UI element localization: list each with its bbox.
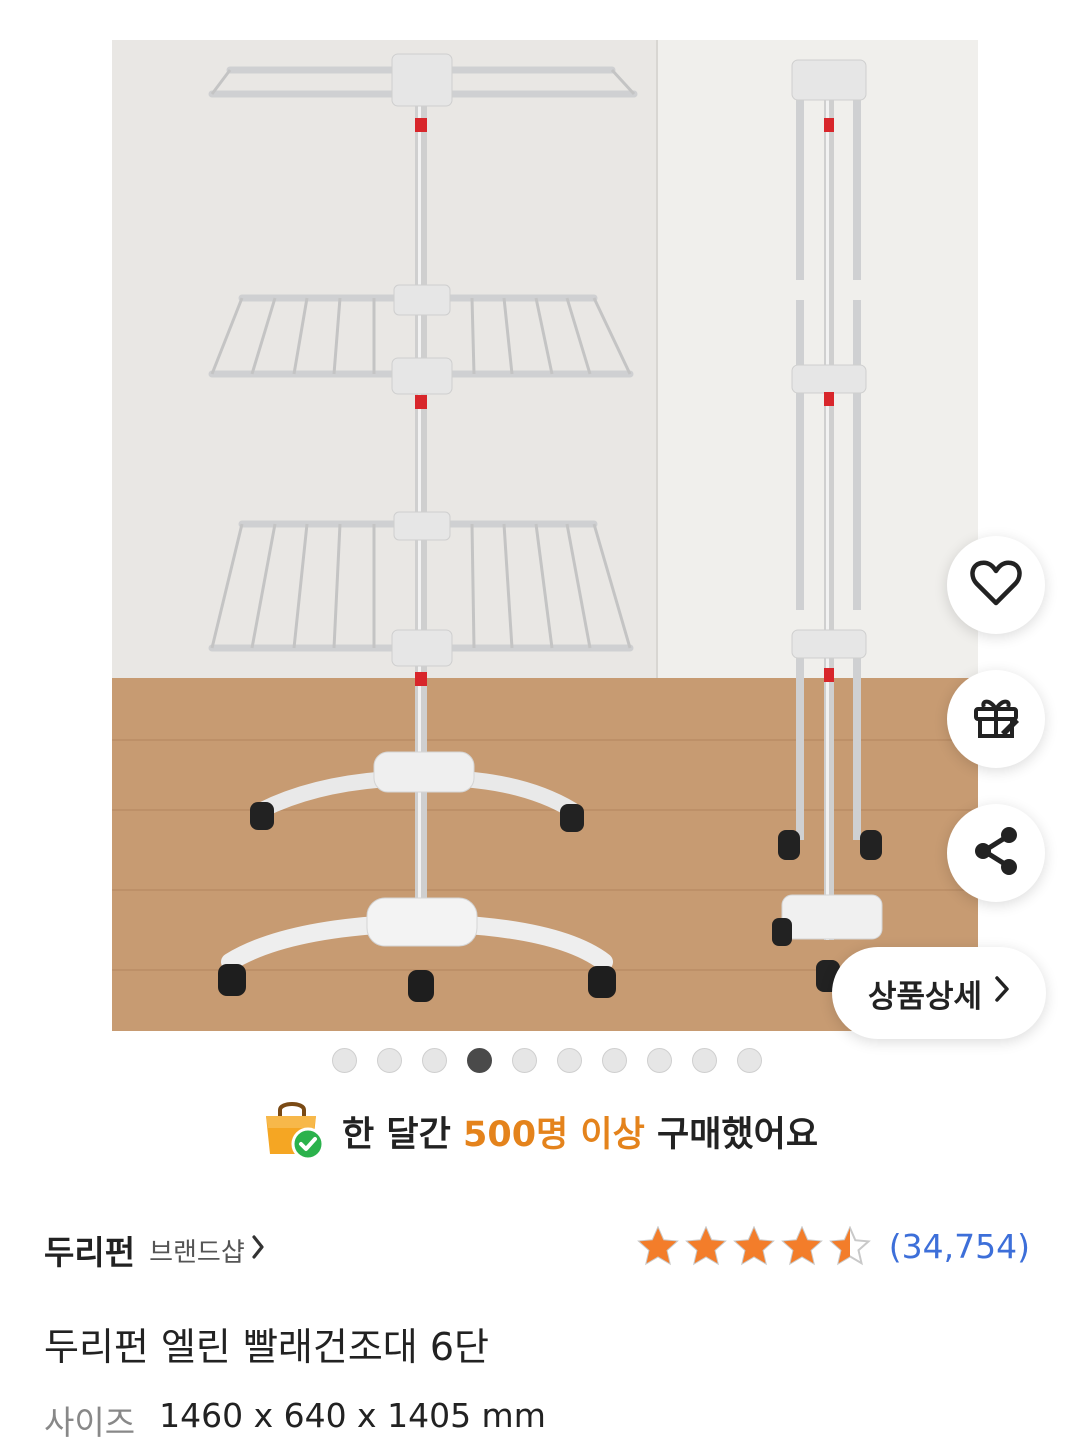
carousel-dot[interactable] bbox=[737, 1048, 762, 1073]
brand-name[interactable]: 두리펀 bbox=[44, 1226, 135, 1274]
wishlist-button[interactable] bbox=[947, 536, 1045, 634]
purchase-count-highlight: 500명 이상 bbox=[462, 1114, 645, 1155]
carousel-dot[interactable] bbox=[647, 1048, 672, 1073]
chevron-right-icon bbox=[994, 975, 1010, 1011]
carousel-dot[interactable] bbox=[377, 1048, 402, 1073]
heart-icon bbox=[969, 559, 1023, 611]
brand-shop-link[interactable]: 브랜드샵 bbox=[149, 1232, 265, 1269]
star-icon bbox=[780, 1226, 823, 1266]
purchase-count-text: 한 달간 500명 이상 구매했어요 bbox=[342, 1114, 819, 1155]
product-image[interactable] bbox=[112, 40, 978, 1031]
detail-button-label: 상품상세 bbox=[867, 978, 983, 1015]
carousel-indicator bbox=[332, 1048, 762, 1073]
product-page: 상품상세 한 달간 500명 이상 구매했어요 두리펀 브랜드샵 (34,754… bbox=[0, 0, 1092, 1440]
share-button[interactable] bbox=[947, 804, 1045, 902]
chevron-right-icon bbox=[251, 1234, 265, 1267]
gift-button[interactable] bbox=[947, 670, 1045, 768]
review-count[interactable]: (34,754) bbox=[889, 1227, 1030, 1266]
purchase-count-banner: 한 달간 500명 이상 구매했어요 bbox=[262, 1100, 818, 1162]
carousel-dot[interactable] bbox=[512, 1048, 537, 1073]
star-icon bbox=[636, 1226, 679, 1266]
shopping-bag-check-icon bbox=[262, 1098, 326, 1164]
carousel-dot[interactable] bbox=[467, 1048, 492, 1073]
product-spec: 사이즈 1460 x 640 x 1405 mm bbox=[44, 1396, 546, 1440]
carousel-dot[interactable] bbox=[557, 1048, 582, 1073]
carousel-dot[interactable] bbox=[692, 1048, 717, 1073]
brand-shop-label: 브랜드샵 bbox=[149, 1237, 245, 1268]
gift-icon bbox=[971, 692, 1021, 746]
product-title: 두리펀 엘린 빨래건조대 6단 bbox=[44, 1325, 489, 1369]
spec-value: 1460 x 640 x 1405 mm bbox=[159, 1396, 546, 1435]
carousel-dot[interactable] bbox=[332, 1048, 357, 1073]
brand-row: 두리펀 브랜드샵 bbox=[44, 1226, 265, 1274]
rating[interactable]: (34,754) bbox=[636, 1226, 1030, 1266]
star-rating bbox=[636, 1226, 871, 1266]
carousel-dot[interactable] bbox=[422, 1048, 447, 1073]
share-icon bbox=[971, 825, 1021, 881]
spec-label: 사이즈 bbox=[44, 1403, 136, 1440]
star-icon bbox=[684, 1226, 727, 1266]
star-icon bbox=[732, 1226, 775, 1266]
star-icon bbox=[828, 1226, 871, 1266]
carousel-dot[interactable] bbox=[602, 1048, 627, 1073]
product-detail-button[interactable]: 상품상세 bbox=[832, 947, 1046, 1039]
